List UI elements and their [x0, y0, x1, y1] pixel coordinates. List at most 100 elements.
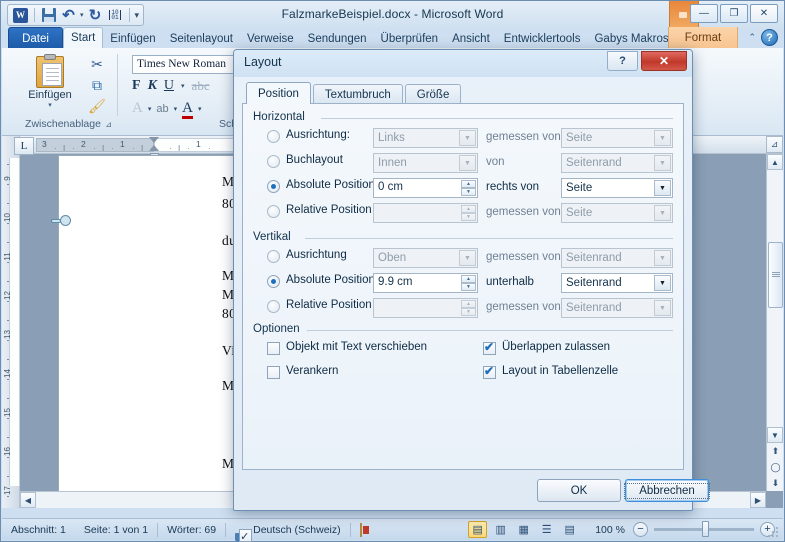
- help-icon[interactable]: ?: [761, 29, 778, 46]
- combo-horizontal-relative-position-ref[interactable]: Seite ▼: [561, 203, 673, 223]
- checkbox-ueberlappen-zulassen[interactable]: [483, 340, 496, 355]
- chevron-down-icon[interactable]: ▼: [654, 180, 671, 196]
- text-effects-icon[interactable]: A: [132, 100, 143, 117]
- combo-vertical-ausrichtung-value[interactable]: Oben ▼: [373, 248, 478, 268]
- indent-marker[interactable]: [149, 137, 160, 159]
- scroll-down-button[interactable]: ▼: [767, 427, 783, 443]
- radio-vertical-relative-position[interactable]: [267, 300, 280, 313]
- radio-vertical-absolute-position[interactable]: [267, 275, 280, 288]
- combo-horizontal-buchlayout-ref[interactable]: Seitenrand ▼: [561, 153, 673, 173]
- copy-icon[interactable]: ⧉: [82, 75, 112, 96]
- tab-sendungen[interactable]: Sendungen: [301, 28, 374, 49]
- tab-ansicht[interactable]: Ansicht: [445, 28, 497, 49]
- spinner-up-icon[interactable]: ▲: [461, 205, 476, 213]
- spinner-buttons[interactable]: ▲ ▼: [461, 180, 476, 196]
- underline-button[interactable]: U: [164, 78, 174, 94]
- combo-vertical-absolute-position-ref[interactable]: Seitenrand ▼: [561, 273, 673, 293]
- checkbox-layout-in-tabellenzelle[interactable]: [483, 364, 496, 379]
- bold-button[interactable]: F: [132, 78, 141, 94]
- tab-gabys-makros[interactable]: Gabys Makros: [587, 28, 675, 49]
- combo-horizontal-buchlayout-value[interactable]: Innen ▼: [373, 153, 478, 173]
- scroll-up-button[interactable]: ▲: [767, 154, 783, 170]
- chevron-down-icon[interactable]: ▼: [654, 250, 671, 266]
- chevron-down-icon[interactable]: ▼: [459, 130, 476, 146]
- ok-button[interactable]: OK: [537, 479, 621, 502]
- italic-button[interactable]: K: [148, 78, 157, 94]
- spinner-down-icon[interactable]: ▼: [461, 283, 476, 291]
- spinner-buttons[interactable]: ▲ ▼: [461, 205, 476, 221]
- tab-einfuegen[interactable]: Einfügen: [103, 28, 162, 49]
- font-color-icon[interactable]: A: [182, 100, 193, 119]
- full-screen-reading-view-button[interactable]: ▥: [491, 521, 510, 538]
- tab-format[interactable]: Format: [668, 27, 738, 49]
- spinner-up-icon[interactable]: ▲: [461, 180, 476, 188]
- tab-groesse[interactable]: Größe: [404, 84, 462, 104]
- zoom-track[interactable]: [654, 521, 754, 537]
- next-page-button[interactable]: ⬇: [768, 476, 783, 491]
- spinner-buttons[interactable]: ▲ ▼: [461, 300, 476, 316]
- spinner-down-icon[interactable]: ▼: [461, 308, 476, 316]
- zoom-out-button[interactable]: −: [633, 522, 648, 537]
- strikethrough-button[interactable]: abc: [192, 78, 210, 94]
- scroll-right-button[interactable]: ▶: [750, 492, 766, 508]
- tab-datei[interactable]: Datei: [8, 27, 63, 49]
- text-effects-dropdown-icon[interactable]: ▾: [148, 105, 152, 113]
- radio-horizontal-relative-position[interactable]: [267, 205, 280, 218]
- spinner-down-icon[interactable]: ▼: [461, 188, 476, 196]
- combo-vertical-ausrichtung-ref[interactable]: Seitenrand ▼: [561, 248, 673, 268]
- draft-view-button[interactable]: ▤: [560, 521, 579, 538]
- radio-horizontal-absolute-position[interactable]: [267, 180, 280, 193]
- maximize-button[interactable]: ❐: [720, 4, 748, 23]
- minimize-button[interactable]: —: [690, 4, 718, 23]
- chevron-down-icon[interactable]: ▼: [459, 155, 476, 171]
- zoom-thumb[interactable]: [702, 521, 709, 537]
- radio-vertical-ausrichtung[interactable]: [267, 250, 280, 263]
- anchor-icon[interactable]: [51, 215, 73, 227]
- web-layout-view-button[interactable]: ▦: [514, 521, 533, 538]
- chevron-down-icon[interactable]: ▼: [654, 130, 671, 146]
- spinner-buttons[interactable]: ▲ ▼: [461, 275, 476, 291]
- combo-horizontal-ausrichtung-value[interactable]: Links ▼: [373, 128, 478, 148]
- spinner-up-icon[interactable]: ▲: [461, 300, 476, 308]
- chevron-down-icon[interactable]: ▼: [459, 250, 476, 266]
- tab-position[interactable]: Position: [246, 82, 311, 104]
- cancel-button[interactable]: Abbrechen: [624, 479, 710, 502]
- ruler-toggle-icon[interactable]: ⊿: [766, 136, 783, 153]
- spinner-vertical-absolute-position[interactable]: 9.9 cm ▲ ▼: [373, 273, 478, 293]
- chevron-down-icon[interactable]: ▼: [654, 300, 671, 316]
- tab-textumbruch[interactable]: Textumbruch: [312, 84, 403, 104]
- dialog-help-button[interactable]: ?: [607, 51, 638, 71]
- zoom-slider[interactable]: − +: [633, 521, 783, 537]
- spinner-horizontal-absolute-position[interactable]: 0 cm ▲ ▼: [373, 178, 478, 198]
- status-language[interactable]: Deutsch (Schweiz): [244, 524, 350, 536]
- tab-start[interactable]: Start: [63, 27, 104, 49]
- select-browse-object-button[interactable]: ◯: [768, 460, 783, 475]
- previous-page-button[interactable]: ⬆: [768, 444, 783, 459]
- vertical-ruler[interactable]: 9 10 11 12 13 14 15 16 17: [2, 136, 20, 508]
- tab-seitenlayout[interactable]: Seitenlayout: [163, 28, 240, 49]
- chevron-down-icon[interactable]: ▼: [654, 205, 671, 221]
- tab-ueberpruefen[interactable]: Überprüfen: [374, 28, 446, 49]
- checkbox-objekt-mit-text-verschieben[interactable]: [267, 342, 280, 355]
- status-section[interactable]: Abschnitt: 1: [2, 524, 75, 536]
- highlight-icon[interactable]: ab: [156, 103, 168, 115]
- status-page[interactable]: Seite: 1 von 1: [75, 524, 157, 536]
- vertical-scrollbar[interactable]: ▲ ▼ ⬆ ◯ ⬇: [766, 154, 783, 491]
- collapse-ribbon-icon[interactable]: ⌃: [748, 32, 756, 43]
- scroll-left-button[interactable]: ◀: [20, 492, 36, 508]
- resize-grip[interactable]: [767, 525, 781, 539]
- paste-dropdown-icon[interactable]: ▾: [22, 101, 78, 109]
- macro-record-icon[interactable]: [351, 522, 371, 537]
- zoom-level-label[interactable]: 100 %: [587, 524, 633, 536]
- scissors-icon[interactable]: ✂: [82, 54, 112, 75]
- combo-horizontal-ausrichtung-ref[interactable]: Seite ▼: [561, 128, 673, 148]
- tab-verweise[interactable]: Verweise: [240, 28, 301, 49]
- status-word-count[interactable]: Wörter: 69: [158, 524, 225, 536]
- spinner-horizontal-relative-position[interactable]: ▲ ▼: [373, 203, 478, 223]
- underline-dropdown-icon[interactable]: ▾: [181, 82, 185, 90]
- radio-horizontal-ausrichtung[interactable]: [267, 130, 280, 143]
- font-color-dropdown-icon[interactable]: ▾: [198, 105, 202, 113]
- outline-view-button[interactable]: ☰: [537, 521, 556, 538]
- tab-entwicklertools[interactable]: Entwicklertools: [497, 28, 588, 49]
- checkbox-verankern[interactable]: [267, 366, 280, 379]
